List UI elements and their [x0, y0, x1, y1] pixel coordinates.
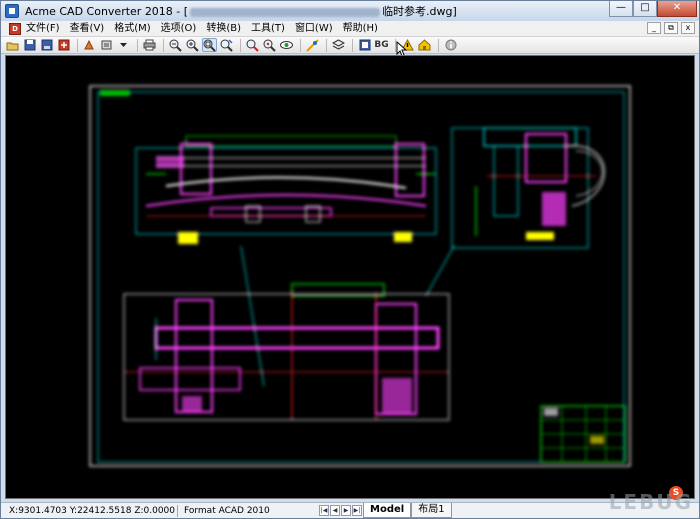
toolbar-separator [352, 38, 353, 52]
status-bar: X:9301.4703 Y:22412.5518 Z:0.0000 Format… [1, 502, 699, 518]
side-assembly-view [451, 127, 605, 249]
zoom-window-icon[interactable] [202, 38, 217, 52]
first-layout-button[interactable]: |◀ [319, 505, 329, 516]
print-icon[interactable] [142, 38, 157, 52]
open-icon[interactable] [5, 38, 20, 52]
menu-format[interactable]: 格式(M) [109, 21, 155, 37]
drawing-canvas[interactable] [5, 55, 695, 499]
menu-help[interactable]: 帮助(H) [338, 21, 383, 37]
zoom-realtime-icon[interactable] [219, 38, 234, 52]
cad-drawing [89, 85, 631, 467]
menu-file[interactable]: 文件(F) [21, 21, 65, 37]
maximize-button[interactable]: □ [633, 1, 657, 17]
zoom-extents-icon[interactable] [262, 38, 277, 52]
save-all-icon[interactable] [39, 38, 54, 52]
tab-model[interactable]: Model [363, 503, 412, 518]
plan-view [123, 283, 450, 421]
doc-restore-button[interactable]: ⧉ [664, 22, 678, 34]
doc-close-button[interactable]: x [681, 22, 695, 34]
title-blurred-path [190, 7, 381, 17]
batch-icon[interactable] [82, 38, 97, 52]
convert-icon[interactable] [56, 38, 71, 52]
projection-line [425, 245, 455, 297]
toolbar-separator [240, 38, 241, 52]
prev-layout-button[interactable]: ◀ [330, 505, 340, 516]
layer-icon[interactable] [99, 38, 114, 52]
info-icon[interactable] [443, 38, 458, 52]
properties-icon[interactable] [357, 38, 372, 52]
zoom-out-icon[interactable] [168, 38, 183, 52]
frame-label-block [100, 90, 130, 96]
title-block [540, 405, 626, 463]
title-suffix: 临时参考.dwg] [382, 5, 457, 18]
pan-icon[interactable] [245, 38, 260, 52]
toolbar-separator [77, 38, 78, 52]
document-controls: _ ⧉ x [647, 22, 695, 34]
title-bar[interactable]: Acme CAD Converter 2018 - [ 临时参考.dwg] — □… [1, 1, 699, 21]
menu-tools[interactable]: 工具(T) [246, 21, 290, 37]
last-layout-button[interactable]: ▶| [352, 505, 362, 516]
window-controls: — □ ✕ [609, 1, 697, 17]
watermark-logo: LEBUG [608, 490, 693, 514]
tab-layout1[interactable]: 布局1 [411, 503, 452, 518]
bg-label: BG [374, 39, 389, 50]
layers-icon[interactable] [331, 38, 346, 52]
home-icon[interactable] [417, 38, 432, 52]
zoom-in-icon[interactable] [185, 38, 200, 52]
menu-window[interactable]: 窗口(W) [290, 21, 338, 37]
top-assembly-view [135, 135, 437, 244]
status-divider [177, 504, 179, 517]
layout-nav: |◀ ◀ ▶ ▶| [319, 505, 362, 516]
dropdown-arrow-icon[interactable] [116, 38, 131, 52]
doc-minimize-button[interactable]: _ [647, 22, 661, 34]
layout-tabs: Model 布局1 [363, 503, 452, 518]
window-title: Acme CAD Converter 2018 - [ 临时参考.dwg] [25, 3, 625, 19]
app-window: Acme CAD Converter 2018 - [ 临时参考.dwg] — □… [0, 0, 700, 519]
toolbar-separator [300, 38, 301, 52]
next-layout-button[interactable]: ▶ [341, 505, 351, 516]
menu-options[interactable]: 选项(O) [156, 21, 202, 37]
menu-view[interactable]: 查看(V) [65, 21, 110, 37]
document-icon[interactable]: D [9, 22, 21, 35]
toolbar-separator [137, 38, 138, 52]
title-prefix: Acme CAD Converter 2018 - [ [25, 5, 189, 18]
app-icon[interactable] [5, 4, 19, 18]
toolbar-separator [438, 38, 439, 52]
view-icon[interactable] [279, 38, 294, 52]
toolbar-separator [326, 38, 327, 52]
toolbar: BG [1, 37, 699, 54]
projection-line [240, 245, 265, 387]
format-readout: Format ACAD 2010 [184, 505, 270, 516]
toolbar-separator [163, 38, 164, 52]
menu-convert[interactable]: 转换(B) [201, 21, 246, 37]
menu-bar: D 文件(F) 查看(V) 格式(M) 选项(O) 转换(B) 工具(T) 窗口… [1, 21, 699, 37]
coordinates-readout: X:9301.4703 Y:22412.5518 Z:0.0000 [9, 505, 176, 516]
minimize-button[interactable]: — [609, 1, 633, 17]
save-icon[interactable] [22, 38, 37, 52]
close-button[interactable]: ✕ [657, 1, 697, 17]
bg-toggle-button[interactable]: BG [374, 38, 389, 52]
measure-icon[interactable] [305, 38, 320, 52]
